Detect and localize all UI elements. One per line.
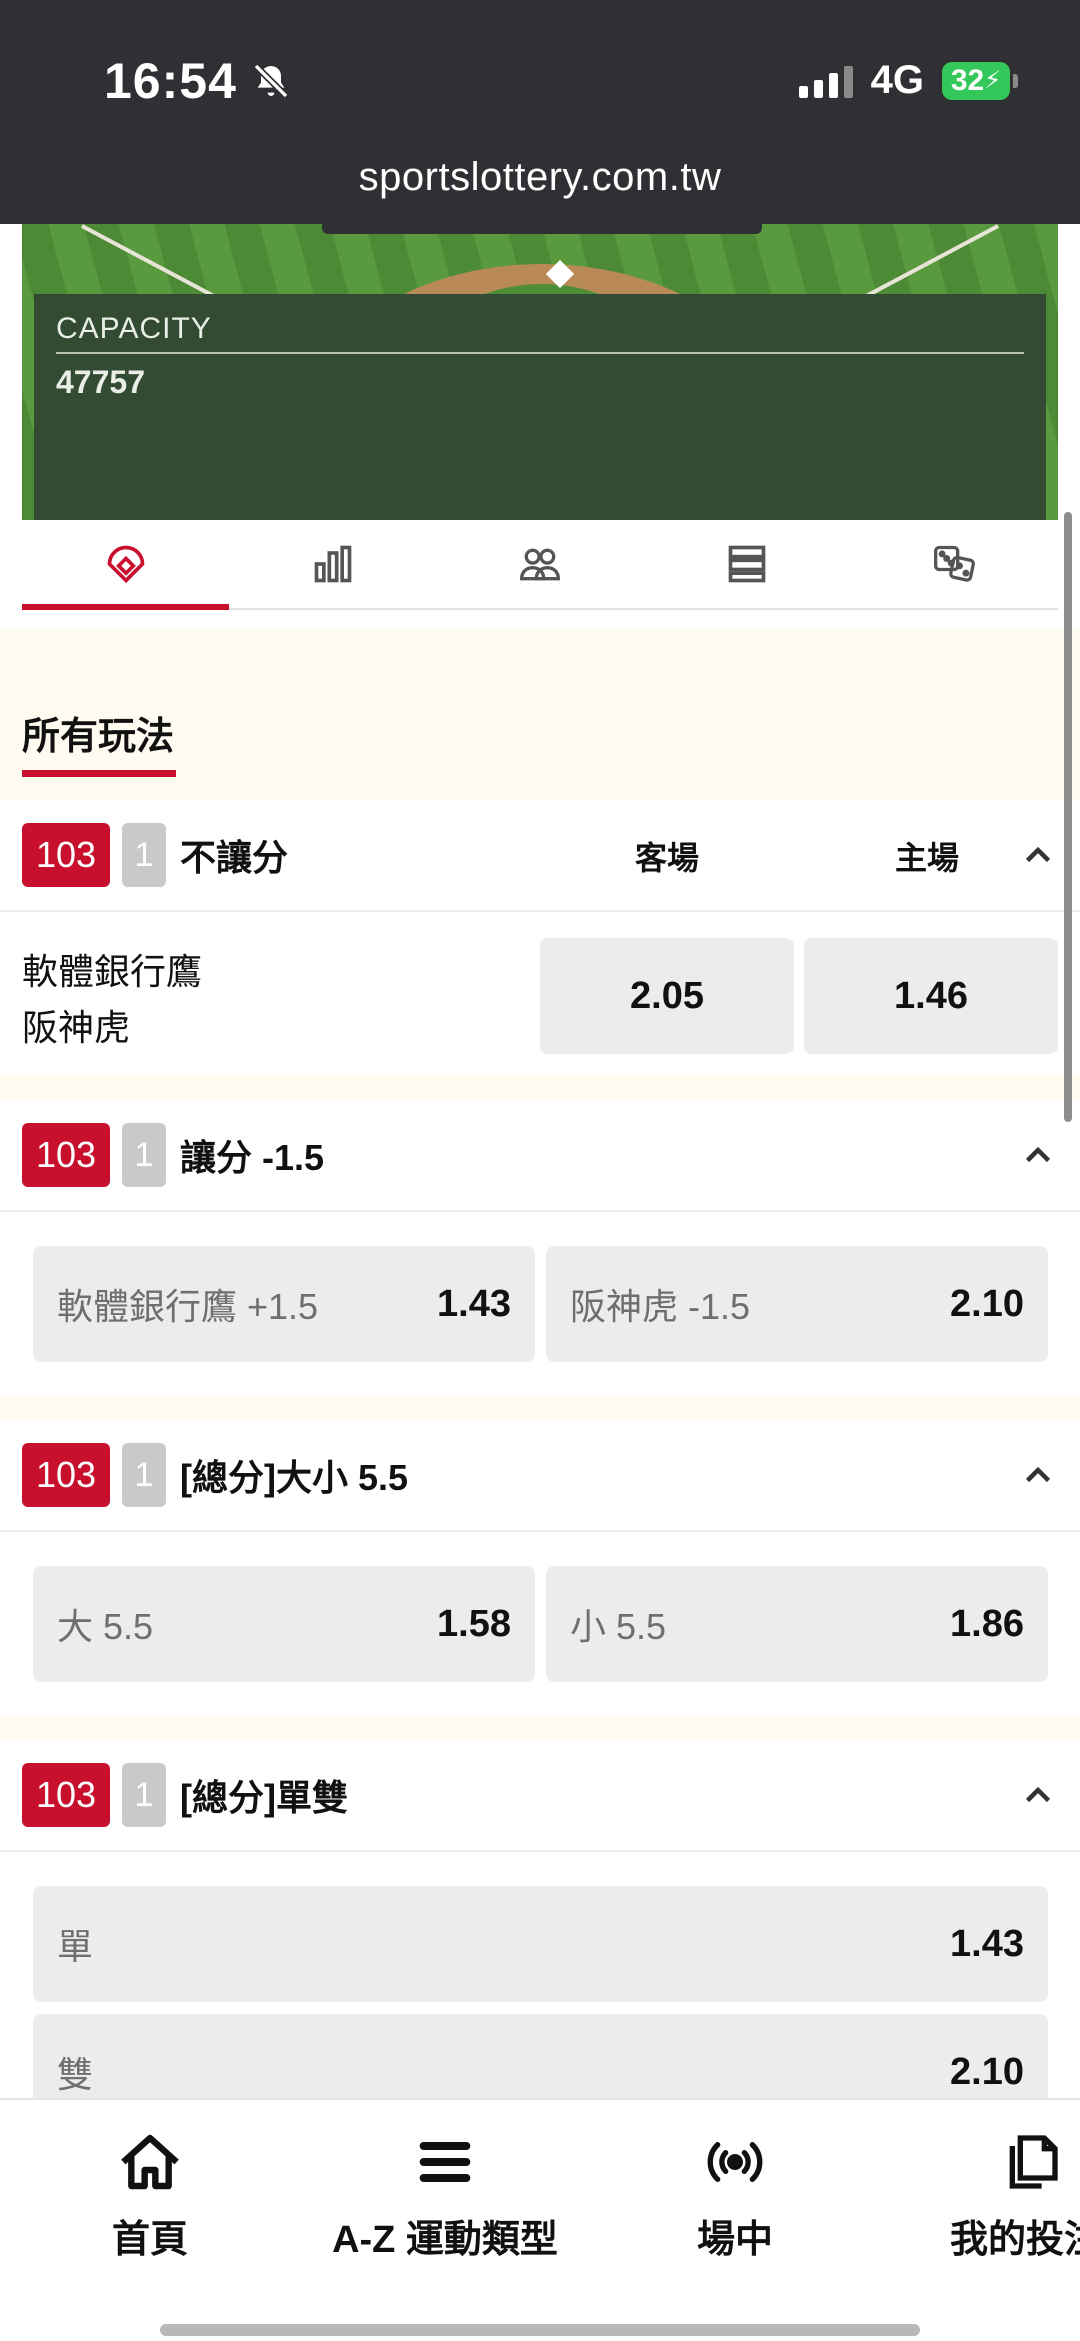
set-badge: 1: [122, 1443, 166, 1507]
status-time: 16:54: [104, 52, 291, 110]
market-body-odd-even: 單 1.43 雙 2.10: [0, 1854, 1080, 2130]
stadium-image: CAPACITY 47757: [22, 224, 1058, 520]
battery-level: 32: [950, 63, 985, 97]
pick-label: 阪神虎 -1.5: [570, 1286, 751, 1327]
tab-dice[interactable]: [851, 520, 1058, 608]
chevron-up-icon[interactable]: [1020, 838, 1056, 874]
page-scrollbar[interactable]: [1064, 512, 1072, 1122]
tab-stats[interactable]: [229, 520, 436, 608]
bell-muted-icon: [253, 63, 289, 99]
team-away-name: 軟體銀行鷹: [22, 951, 203, 992]
browser-top-bar: 16:54 4G 32 ⚡ sportslottery.com.tw: [0, 0, 1080, 224]
market-name: 不讓分: [180, 837, 289, 878]
column-header-away: 客場: [634, 840, 699, 876]
market-name: [總分]大小 5.5: [180, 1457, 409, 1498]
nav-live[interactable]: 場中: [655, 2130, 815, 2263]
set-badge: 1: [122, 1763, 166, 1827]
documents-icon: [1009, 2135, 1058, 2189]
pick-odds: 1.43: [950, 1922, 1024, 1965]
pick-odds: 1.58: [437, 1602, 511, 1645]
home-indicator: [160, 2324, 920, 2336]
event-number-badge: 103: [22, 823, 110, 887]
pick-button[interactable]: 軟體銀行鷹 +1.5 1.43: [33, 1246, 535, 1362]
home-icon: [121, 2134, 179, 2190]
pick-odds: 2.10: [950, 2050, 1024, 2093]
chevron-up-icon[interactable]: [1020, 1138, 1056, 1174]
nav-live-label: 場中: [696, 2219, 773, 2261]
url-bar[interactable]: sportslottery.com.tw: [0, 155, 1080, 200]
market-header-moneyline[interactable]: 103 1 不讓分 客場 主場: [0, 800, 1080, 912]
nav-my-bets[interactable]: 我的投注: [950, 2130, 1080, 2263]
pick-button[interactable]: 單 1.43: [33, 1886, 1048, 2002]
event-number-badge: 103: [22, 1123, 110, 1187]
chevron-up-icon[interactable]: [1020, 1778, 1056, 1814]
market-name: 讓分 -1.5: [180, 1137, 325, 1178]
stats-chart-icon: [314, 545, 352, 583]
pick-label: 小 5.5: [570, 1606, 667, 1647]
chevron-up-icon[interactable]: [1020, 1458, 1056, 1494]
bottom-nav: 首頁 A-Z 運動類型 場中 我的投注: [0, 2098, 1080, 2341]
nav-home-label: 首頁: [111, 2219, 188, 2261]
tab-list[interactable]: [644, 520, 851, 608]
pick-button[interactable]: 小 5.5 1.86: [546, 1566, 1048, 1682]
nav-sports-az[interactable]: A-Z 運動類型: [320, 2130, 570, 2263]
odds-button-away[interactable]: 2.05: [540, 938, 794, 1054]
nav-my-bets-label: 我的投注: [950, 2219, 1080, 2261]
odds-button-home[interactable]: 1.46: [804, 938, 1058, 1054]
market-name: [總分]單雙: [180, 1777, 348, 1818]
market-header-odd-even[interactable]: 103 1 [總分]單雙: [0, 1740, 1080, 1852]
capacity-value: 47757: [56, 364, 145, 400]
status-time-text: 16:54: [104, 53, 237, 109]
venue-info-panel: CAPACITY 47757: [34, 294, 1046, 520]
pick-label: 軟體銀行鷹 +1.5: [57, 1286, 319, 1327]
all-markets-title[interactable]: 所有玩法: [22, 705, 174, 760]
set-badge: 1: [122, 823, 166, 887]
baseball-field-icon: [107, 545, 144, 584]
market-header-total[interactable]: 103 1 [總分]大小 5.5: [0, 1420, 1080, 1532]
pick-label: 大 5.5: [57, 1606, 154, 1647]
cellular-signal-icon: [798, 64, 853, 98]
pick-button[interactable]: 大 5.5 1.58: [33, 1566, 535, 1682]
pick-button[interactable]: 阪神虎 -1.5 2.10: [546, 1246, 1048, 1362]
dice-icon: [934, 545, 976, 582]
list-icon: [728, 545, 766, 583]
status-indicators: 4G 32 ⚡: [798, 58, 1018, 103]
network-type: 4G: [870, 58, 924, 102]
set-badge: 1: [122, 1123, 166, 1187]
pick-odds: 1.86: [950, 1602, 1024, 1645]
event-number-badge: 103: [22, 1443, 110, 1507]
team-home-name: 阪神虎: [22, 1007, 131, 1048]
battery-icon: 32 ⚡: [942, 61, 1018, 100]
menu-icon: [419, 2142, 471, 2182]
tab-field[interactable]: [22, 520, 230, 610]
pick-label: 雙: [57, 2054, 94, 2095]
column-header-home: 主場: [894, 840, 959, 876]
pick-odds: 2.10: [950, 1282, 1024, 1325]
match-tabs: [22, 520, 1058, 610]
market-header-handicap[interactable]: 103 1 讓分 -1.5: [0, 1100, 1080, 1212]
event-number-badge: 103: [22, 1763, 110, 1827]
capacity-label: CAPACITY: [56, 312, 1024, 354]
tab-lineup[interactable]: [436, 520, 643, 608]
team-names: 軟體銀行鷹 阪神虎: [22, 944, 202, 1056]
nav-home[interactable]: 首頁: [70, 2130, 230, 2263]
lineup-icon: [520, 548, 560, 581]
all-markets-underline: [22, 770, 176, 777]
market-body-total: 大 5.5 1.58 小 5.5 1.86: [0, 1534, 1080, 1716]
market-body-handicap: 軟體銀行鷹 +1.5 1.43 阪神虎 -1.5 2.10: [0, 1214, 1080, 1396]
nav-sports-az-label: A-Z 運動類型: [332, 2219, 558, 2261]
pick-label: 單: [57, 1926, 94, 1967]
pick-odds: 1.43: [437, 1282, 511, 1325]
market-body-moneyline: 軟體銀行鷹 阪神虎 2.05 1.46: [0, 914, 1080, 1074]
live-broadcast-icon: [707, 2142, 763, 2182]
